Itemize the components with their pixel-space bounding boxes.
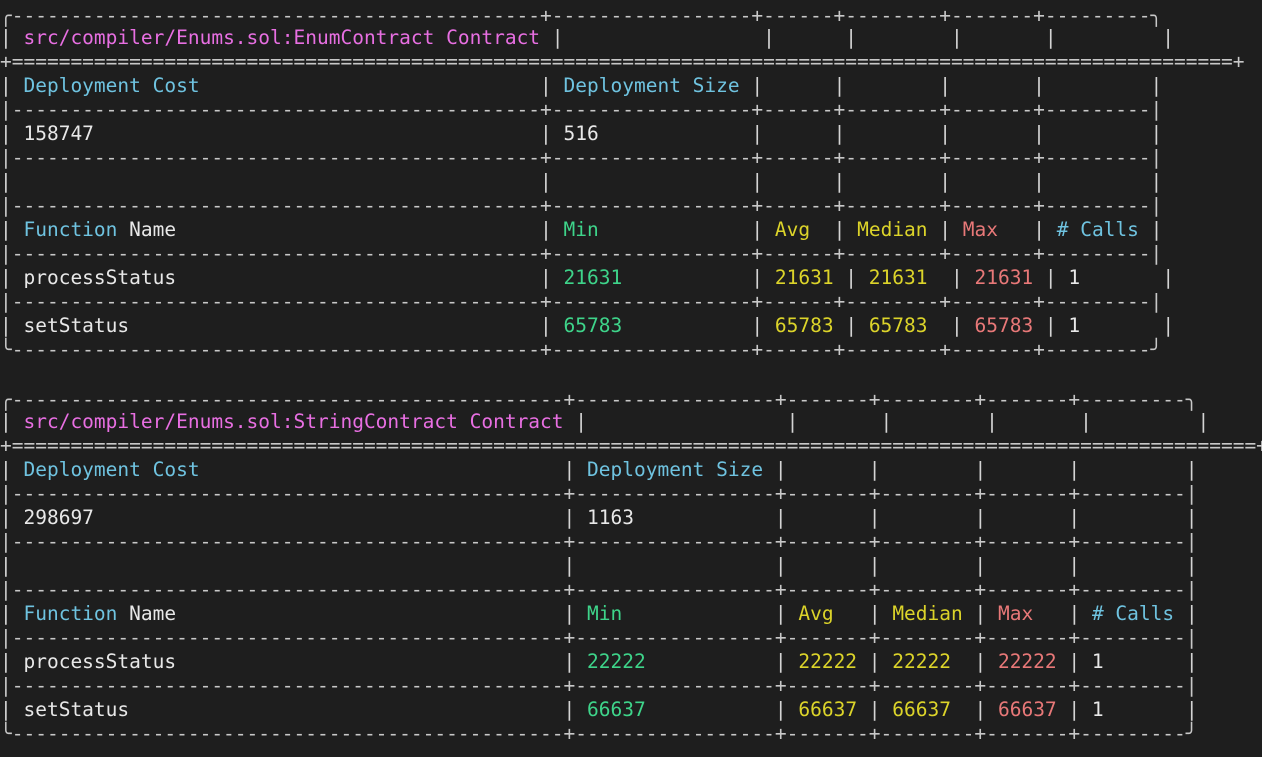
calls-header: # Calls — [1091, 602, 1175, 625]
calls-value: 1 — [1068, 266, 1081, 289]
avg-header: Avg — [774, 218, 811, 241]
contract-title: src/compiler/Enums.sol:EnumContract Cont… — [23, 26, 541, 49]
min-value: 22222 — [587, 650, 646, 673]
table-row: | setStatus | 66637 | 66637 | 66637 | 66… — [0, 698, 1198, 721]
table-border: |---------------------------------------… — [0, 482, 1198, 505]
min-value: 65783 — [563, 314, 623, 337]
avg-value: 66637 — [798, 698, 858, 721]
calls-value: 1 — [1091, 650, 1104, 673]
function-name: setStatus — [23, 698, 130, 721]
deployment-size-header: Deployment Size — [587, 458, 764, 481]
min-value: 66637 — [587, 698, 646, 721]
max-header: Max — [998, 602, 1034, 625]
calls-header: # Calls — [1056, 218, 1139, 241]
empty-row: | | | | | | | — [0, 554, 1198, 577]
table-border: |---------------------------------------… — [0, 194, 1163, 217]
table-title-row: | src/compiler/Enums.sol:StringContract … — [0, 410, 1210, 433]
table-title-row: | src/compiler/Enums.sol:EnumContract Co… — [0, 26, 1175, 49]
table-border: |---------------------------------------… — [0, 146, 1163, 169]
function-header: Function — [23, 602, 118, 625]
median-value: 21631 — [868, 266, 928, 289]
deployment-size-value: 516 — [563, 122, 599, 145]
function-name: processStatus — [23, 266, 177, 289]
function-name: processStatus — [23, 650, 177, 673]
deployment-header-row: | Deployment Cost | Deployment Size | | … — [0, 458, 1198, 481]
table-border: ╭---------------------------------------… — [0, 388, 1198, 411]
table-border: |---------------------------------------… — [0, 626, 1198, 649]
min-header: Min — [563, 218, 599, 241]
median-value: 66637 — [892, 698, 951, 721]
table-row: | processStatus | 22222 | 22222 | 22222 … — [0, 650, 1198, 673]
deployment-size-value: 1163 — [587, 506, 634, 529]
avg-value: 65783 — [774, 314, 834, 337]
median-value: 65783 — [868, 314, 928, 337]
table-border: |---------------------------------------… — [0, 98, 1163, 121]
min-header: Min — [587, 602, 623, 625]
table-border: |---------------------------------------… — [0, 578, 1198, 601]
function-header-row: | Function Name | Min | Avg | Median | M… — [0, 602, 1198, 625]
table-border: |---------------------------------------… — [0, 242, 1163, 265]
avg-header: Avg — [798, 602, 834, 625]
table-border: ╰---------------------------------------… — [0, 722, 1198, 745]
empty-row: | | | | | | | — [0, 170, 1163, 193]
deployment-cost-header: Deployment Cost — [23, 458, 200, 481]
function-header-row: | Function Name | Min | Avg | Median | M… — [0, 218, 1163, 241]
deployment-values-row: | 298697 | 1163 | | | | | — [0, 506, 1198, 529]
max-value: 22222 — [997, 650, 1057, 673]
table-border: ╭---------------------------------------… — [0, 4, 1163, 27]
table-border: |---------------------------------------… — [0, 530, 1198, 553]
max-value: 65783 — [974, 314, 1034, 337]
table-border: |---------------------------------------… — [0, 290, 1163, 313]
table-border: ╰---------------------------------------… — [0, 338, 1163, 361]
median-header: Median — [892, 602, 963, 625]
table-border: +=======================================… — [0, 50, 1245, 73]
avg-value: 22222 — [798, 650, 858, 673]
name-header: Name — [129, 218, 177, 241]
calls-value: 1 — [1091, 698, 1104, 721]
median-header: Median — [857, 218, 928, 241]
table-row: | setStatus | 65783 | 65783 | 65783 | 65… — [0, 314, 1175, 337]
terminal: ╭---------------------------------------… — [0, 0, 1262, 757]
table-border: |---------------------------------------… — [0, 674, 1198, 697]
deployment-cost-value: 158747 — [23, 122, 94, 145]
min-value: 21631 — [563, 266, 623, 289]
max-header: Max — [962, 218, 999, 241]
calls-value: 1 — [1068, 314, 1081, 337]
deployment-header-row: | Deployment Cost | Deployment Size | | … — [0, 74, 1163, 97]
median-value: 22222 — [892, 650, 951, 673]
contract-title: src/compiler/Enums.sol:StringContract Co… — [23, 410, 564, 433]
avg-value: 21631 — [774, 266, 834, 289]
deployment-cost-value: 298697 — [23, 506, 94, 529]
deployment-cost-header: Deployment Cost — [23, 74, 200, 97]
function-name: setStatus — [23, 314, 130, 337]
function-header: Function — [23, 218, 118, 241]
deployment-size-header: Deployment Size — [563, 74, 740, 97]
deployment-values-row: | 158747 | 516 | | | | | — [0, 122, 1163, 145]
max-value: 66637 — [997, 698, 1057, 721]
table-border: +=======================================… — [0, 434, 1262, 457]
max-value: 21631 — [974, 266, 1034, 289]
name-header: Name — [129, 602, 177, 625]
table-row: | processStatus | 21631 | 21631 | 21631 … — [0, 266, 1175, 289]
